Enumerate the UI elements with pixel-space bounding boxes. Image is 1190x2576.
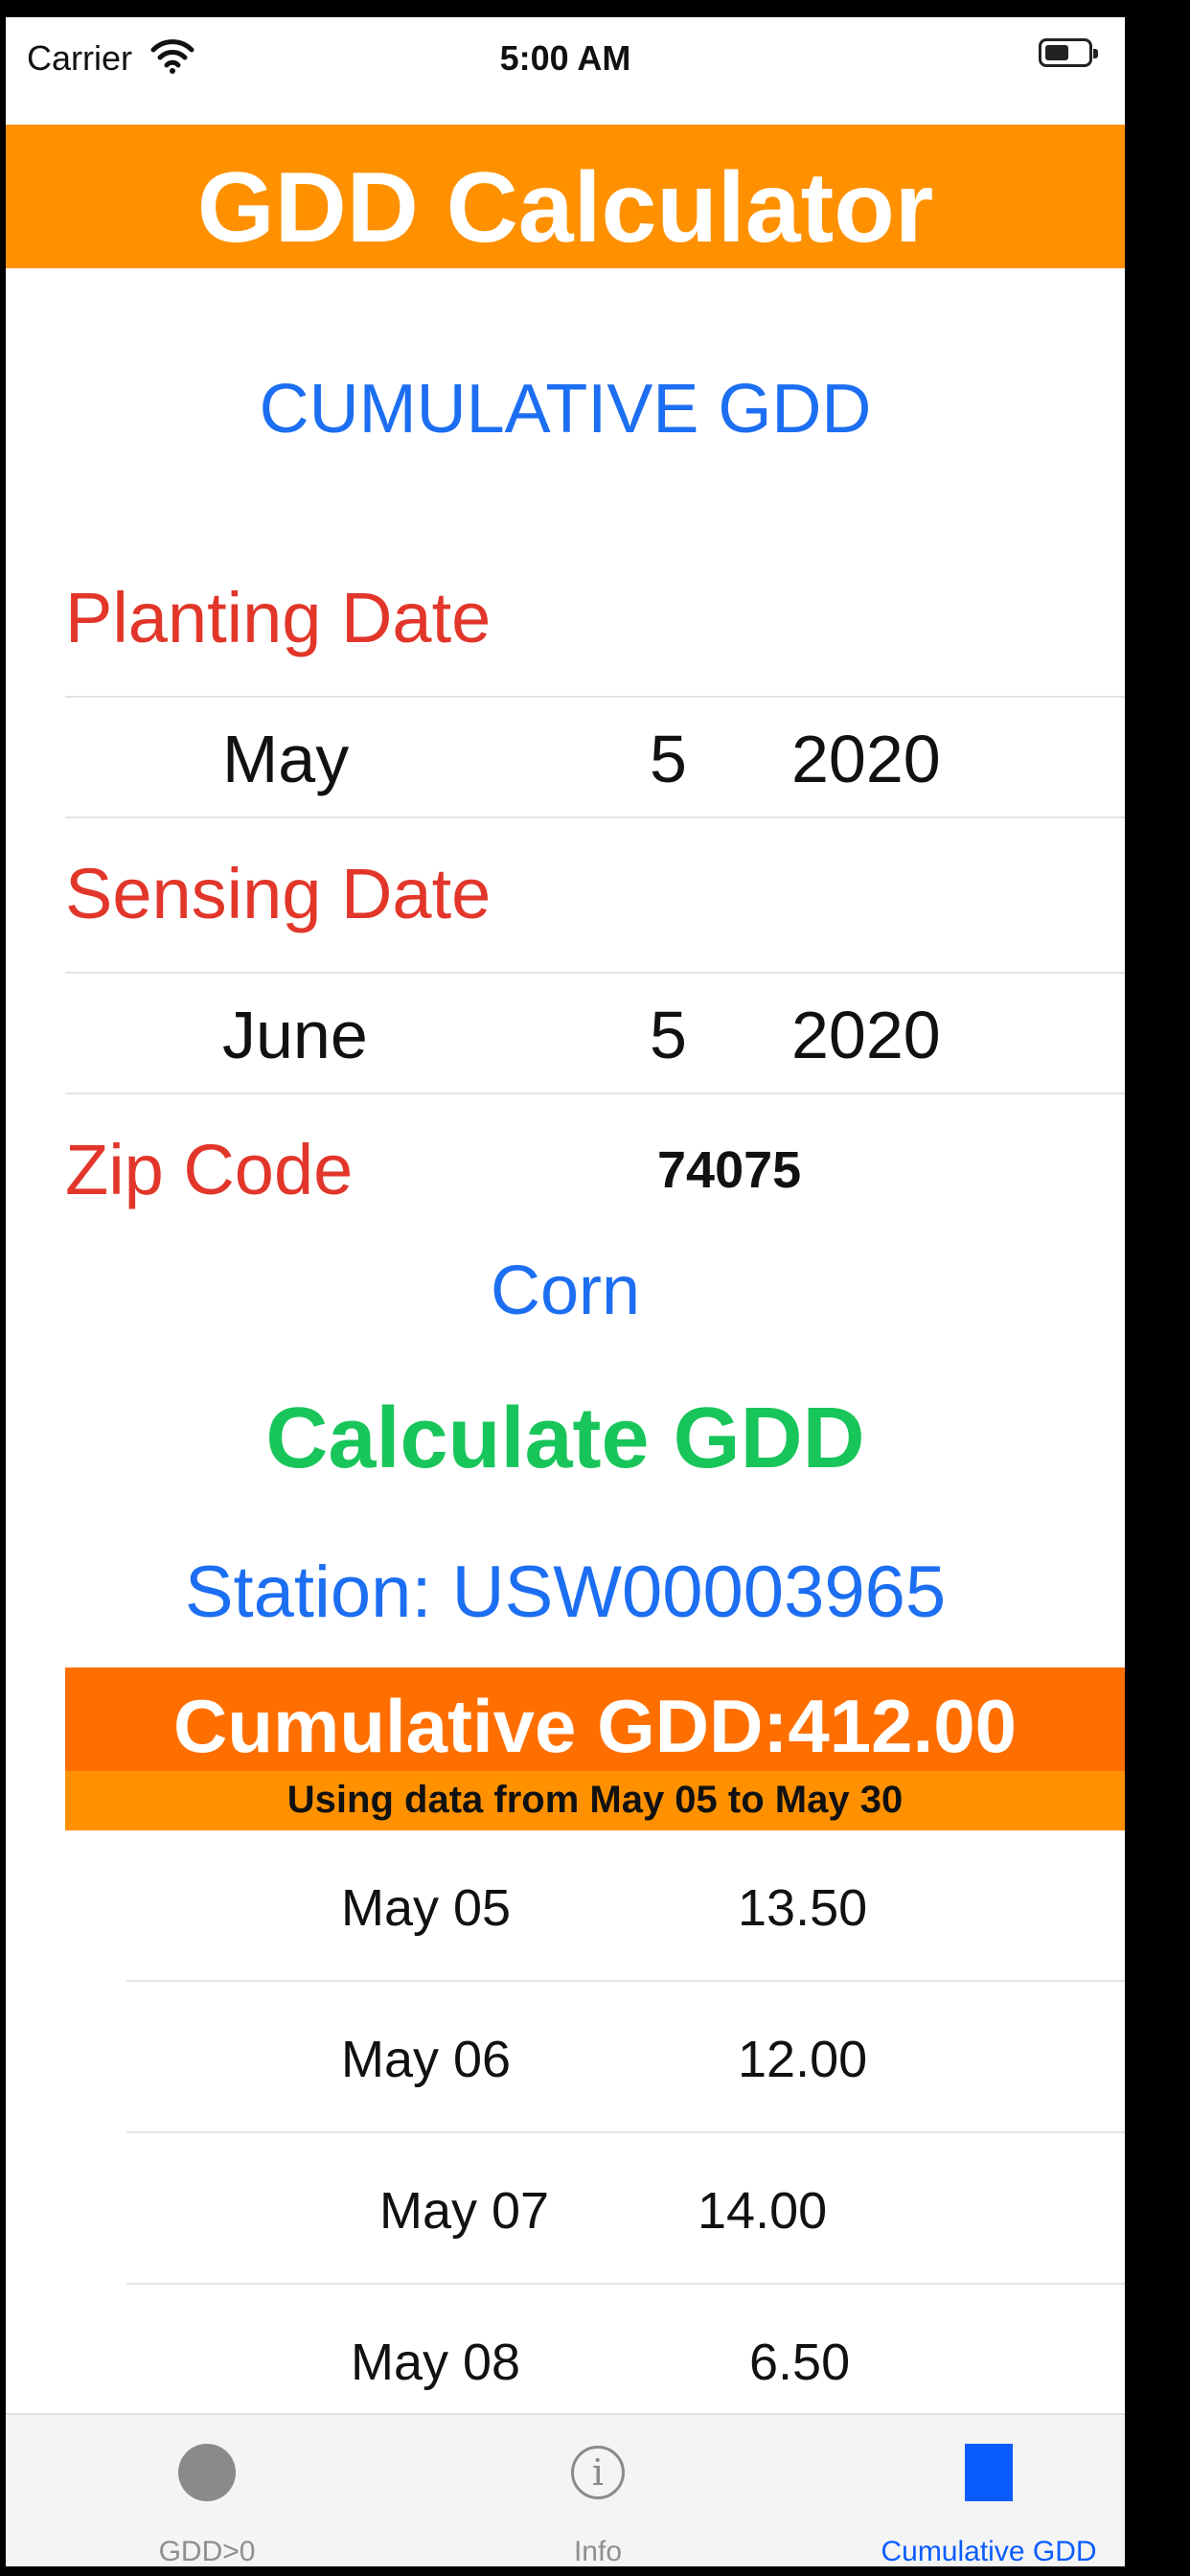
sensing-month[interactable]: June: [222, 997, 368, 1073]
planting-date-label: Planting Date: [65, 578, 492, 657]
planting-day[interactable]: 5: [650, 721, 687, 797]
sensing-date-label: Sensing Date: [65, 854, 492, 933]
calculate-gdd-button[interactable]: Calculate GDD: [6, 1390, 1125, 1488]
tab-info[interactable]: i Info: [454, 2415, 742, 2568]
square-icon: [965, 2444, 1013, 2501]
info-icon: i: [571, 2446, 625, 2499]
table-row: May 07 14.00: [6, 2133, 1125, 2285]
tab-label: Cumulative GDD: [881, 2536, 1097, 2567]
zip-code-label: Zip Code: [65, 1130, 354, 1209]
tab-label: GDD>0: [158, 2536, 256, 2567]
battery-icon: [1039, 38, 1098, 67]
row-date: May 06: [341, 2031, 512, 2088]
gdd-table: May 05 13.50 May 06 12.00 May 07 14.00 M…: [6, 1830, 1125, 2436]
planting-year[interactable]: 2020: [791, 721, 941, 797]
tab-bar: GDD>0 i Info Cumulative GDD: [6, 2413, 1125, 2568]
nav-header: GDD Calculator: [6, 125, 1125, 268]
row-date: May 08: [351, 2334, 521, 2391]
section-title: CUMULATIVE GDD: [259, 371, 872, 448]
status-bar: Carrier 5:00 AM: [6, 17, 1125, 123]
circle-icon: [178, 2444, 236, 2501]
divider: [65, 696, 1125, 698]
row-value: 12.00: [738, 2031, 868, 2088]
row-date: May 05: [341, 1879, 512, 1937]
divider: [65, 972, 1125, 974]
clock: 5:00 AM: [499, 38, 631, 78]
sensing-day[interactable]: 5: [650, 997, 687, 1073]
row-value: 13.50: [738, 1879, 868, 1937]
station-label: Station: USW00003965: [184, 1552, 947, 1633]
table-row: May 06 12.00: [6, 1982, 1125, 2133]
row-date: May 07: [379, 2182, 550, 2240]
row-value: 14.00: [698, 2182, 828, 2240]
zip-code-field[interactable]: 74075: [657, 1140, 801, 1200]
sensing-year[interactable]: 2020: [791, 997, 941, 1073]
planting-month[interactable]: May: [222, 721, 349, 797]
divider: [65, 1092, 1125, 1094]
row-value: 6.50: [749, 2334, 851, 2391]
data-range-note: Using data from May 05 to May 30: [286, 1779, 904, 1821]
crop-selector-button[interactable]: Corn: [6, 1252, 1125, 1330]
tab-gdd-positive[interactable]: GDD>0: [63, 2415, 351, 2568]
cumulative-gdd-value: Cumulative GDD:412.00: [173, 1684, 1017, 1768]
tab-label: Info: [573, 2536, 623, 2567]
divider: [65, 816, 1125, 818]
app-title: GDD Calculator: [196, 152, 934, 264]
table-row: May 05 13.50: [6, 1830, 1125, 1982]
app-screen: Carrier 5:00 AM GDD Calculator CUMULATIV…: [6, 17, 1125, 2568]
result-banner: Cumulative GDD:412.00 Using data from Ma…: [65, 1668, 1125, 1830]
tab-cumulative-gdd[interactable]: Cumulative GDD: [845, 2415, 1133, 2568]
